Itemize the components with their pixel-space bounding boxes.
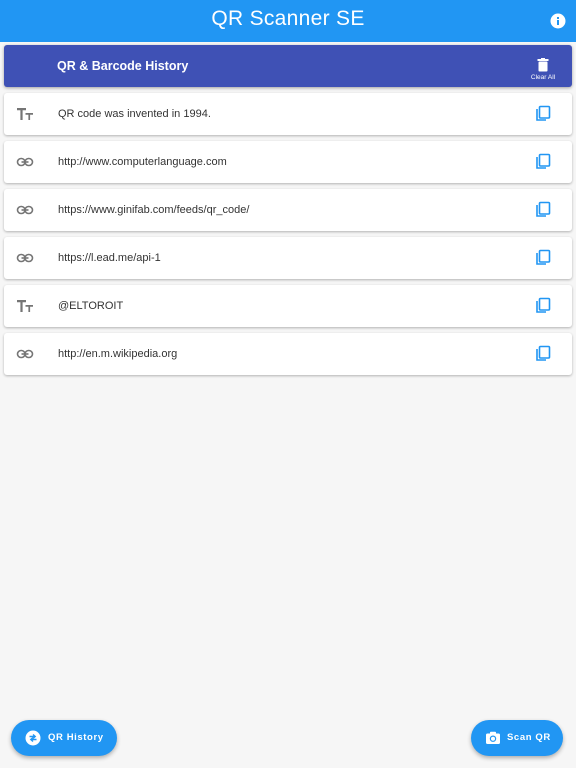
- history-item-text: http://www.computerlanguage.com: [58, 156, 227, 168]
- app-title: QR Scanner SE: [211, 7, 365, 30]
- info-icon[interactable]: [550, 13, 566, 29]
- history-item-text: https://www.ginifab.com/feeds/qr_code/: [58, 204, 250, 216]
- camera-icon: [486, 731, 500, 744]
- clear-all-button[interactable]: Clear All: [528, 58, 558, 84]
- qr-history-button[interactable]: QR History: [11, 720, 117, 756]
- history-item[interactable]: http://en.m.wikipedia.org: [4, 333, 572, 375]
- history-list: QR code was invented in 1994. http://www.…: [4, 93, 572, 381]
- copy-icon[interactable]: [534, 345, 552, 363]
- history-header: QR & Barcode History Clear All: [4, 45, 572, 87]
- copy-icon[interactable]: [534, 105, 552, 123]
- history-item-text: QR code was invented in 1994.: [58, 108, 211, 120]
- history-item-text: https://l.ead.me/api-1: [58, 252, 161, 264]
- history-item-text: http://en.m.wikipedia.org: [58, 348, 178, 360]
- copy-icon[interactable]: [534, 249, 552, 267]
- history-item[interactable]: QR code was invented in 1994.: [4, 93, 572, 135]
- trash-icon: [537, 58, 549, 72]
- scan-qr-button[interactable]: Scan QR: [471, 720, 563, 756]
- clear-all-label: Clear All: [530, 74, 556, 81]
- app-bar: QR Scanner SE: [0, 0, 576, 42]
- copy-icon[interactable]: [534, 201, 552, 219]
- history-title: QR & Barcode History: [57, 59, 189, 73]
- link-icon: [16, 346, 34, 362]
- copy-icon[interactable]: [534, 153, 552, 171]
- copy-icon[interactable]: [534, 297, 552, 315]
- text-format-icon: [16, 106, 34, 122]
- app-root: QR Scanner SE QR & Barcode History Clear…: [0, 0, 576, 768]
- history-item[interactable]: @ELTOROIT: [4, 285, 572, 327]
- scan-qr-label: Scan QR: [507, 732, 551, 743]
- swap-icon: [25, 730, 41, 746]
- history-item[interactable]: https://www.ginifab.com/feeds/qr_code/: [4, 189, 572, 231]
- history-item-text: @ELTOROIT: [58, 300, 124, 312]
- qr-history-label: QR History: [48, 732, 104, 743]
- history-item[interactable]: http://www.computerlanguage.com: [4, 141, 572, 183]
- link-icon: [16, 250, 34, 266]
- link-icon: [16, 202, 34, 218]
- link-icon: [16, 154, 34, 170]
- text-format-icon: [16, 298, 34, 314]
- history-item[interactable]: https://l.ead.me/api-1: [4, 237, 572, 279]
